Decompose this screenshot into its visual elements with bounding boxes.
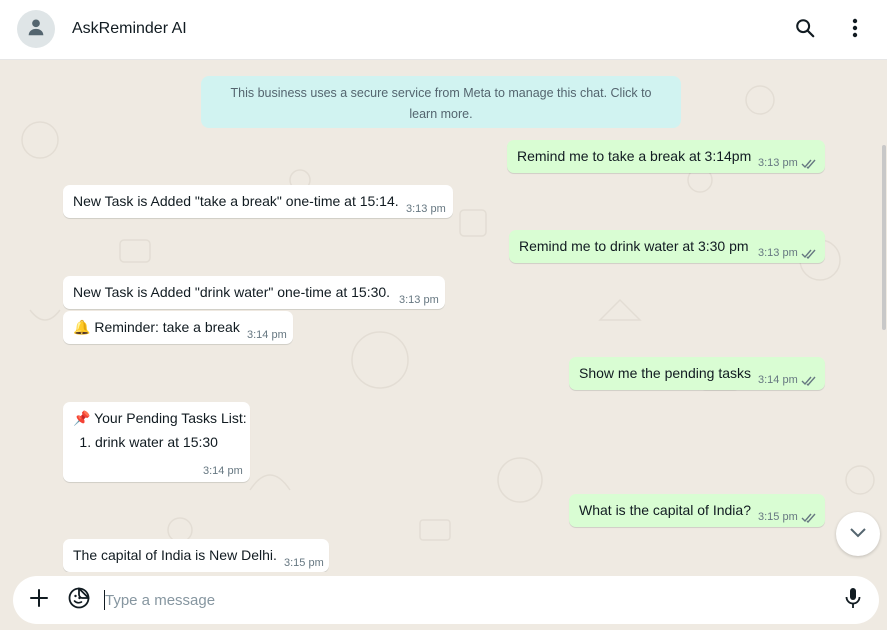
notice-text: This business uses a secure service from… — [230, 86, 652, 121]
message-time: 3:14 pm — [203, 465, 243, 477]
attach-button[interactable] — [27, 588, 51, 612]
message-time: 3:13 pm — [758, 157, 798, 169]
message-time: 3:13 pm — [406, 203, 446, 215]
double-check-icon — [801, 248, 817, 259]
message-text: New Task is Added "take a break" one-tim… — [73, 193, 399, 209]
list-heading: Your Pending Tasks List: — [94, 410, 247, 426]
message-meta: 3:15 pm — [758, 511, 817, 523]
microphone-icon — [844, 587, 862, 614]
message-incoming[interactable]: New Task is Added "take a break" one-tim… — [63, 185, 453, 218]
message-time: 3:15 pm — [284, 557, 324, 569]
double-check-icon — [801, 512, 817, 523]
message-text: 📌 Your Pending Tasks List: — [73, 410, 247, 427]
message-text: Show me the pending tasks — [579, 365, 751, 381]
chevron-down-icon — [849, 525, 867, 543]
message-incoming[interactable]: 🔔 Reminder: take a break 3:14 pm — [63, 311, 293, 344]
message-incoming[interactable]: The capital of India is New Delhi. 3:15 … — [63, 539, 329, 572]
contact-name[interactable]: AskReminder AI — [72, 20, 187, 38]
scroll-to-bottom-button[interactable] — [836, 512, 880, 556]
scrollbar-thumb[interactable] — [882, 145, 886, 330]
message-time: 3:15 pm — [758, 511, 798, 523]
menu-button[interactable] — [841, 16, 869, 44]
message-time: 3:13 pm — [758, 247, 798, 259]
message-meta: 3:15 pm — [284, 557, 324, 569]
user-icon — [25, 16, 47, 43]
sticker-icon — [67, 586, 91, 615]
message-incoming[interactable]: 📌 Your Pending Tasks List: drink water a… — [63, 402, 250, 482]
message-outgoing[interactable]: Remind me to drink water at 3:30 pm 3:13… — [509, 230, 825, 263]
plus-icon — [29, 588, 49, 613]
message-incoming[interactable]: New Task is Added "drink water" one-time… — [63, 276, 445, 309]
composer — [0, 572, 887, 630]
chat-header: AskReminder AI — [0, 0, 887, 60]
search-button[interactable] — [791, 16, 819, 44]
message-time: 3:14 pm — [247, 329, 287, 341]
double-check-icon — [801, 375, 817, 386]
reminder-text: Reminder: take a break — [94, 319, 240, 335]
message-meta: 3:14 pm — [203, 465, 243, 477]
bell-icon: 🔔 — [73, 319, 91, 335]
kebab-menu-icon — [852, 18, 858, 43]
voice-message-button[interactable] — [841, 587, 865, 614]
composer-bar — [13, 576, 879, 624]
message-text: 🔔 Reminder: take a break — [73, 319, 240, 336]
message-meta: 3:13 pm — [758, 157, 817, 169]
message-text: Remind me to take a break at 3:14pm — [517, 148, 752, 164]
pushpin-icon: 📌 — [73, 410, 91, 426]
encryption-notice[interactable]: This business uses a secure service from… — [201, 76, 681, 128]
search-icon — [794, 17, 816, 44]
message-text: The capital of India is New Delhi. — [73, 547, 277, 563]
message-input[interactable] — [105, 587, 825, 613]
message-meta: 3:13 pm — [758, 247, 817, 259]
message-outgoing[interactable]: Show me the pending tasks 3:14 pm — [569, 357, 825, 390]
sticker-button[interactable] — [67, 586, 91, 615]
message-outgoing[interactable]: Remind me to take a break at 3:14pm 3:13… — [507, 140, 825, 173]
message-text: New Task is Added "drink water" one-time… — [73, 284, 391, 300]
contact-avatar[interactable] — [17, 10, 55, 48]
message-text: Remind me to drink water at 3:30 pm — [519, 238, 749, 254]
message-time: 3:13 pm — [399, 294, 439, 306]
pending-tasks-list: drink water at 15:30 — [73, 434, 218, 450]
double-check-icon — [801, 158, 817, 169]
message-meta: 3:14 pm — [758, 374, 817, 386]
message-meta: 3:13 pm — [399, 294, 439, 306]
message-meta: 3:13 pm — [406, 203, 446, 215]
message-text: What is the capital of India? — [579, 502, 751, 518]
message-outgoing[interactable]: What is the capital of India? 3:15 pm — [569, 494, 825, 527]
list-item: drink water at 15:30 — [95, 434, 218, 450]
message-meta: 3:14 pm — [247, 329, 287, 341]
message-time: 3:14 pm — [758, 374, 798, 386]
